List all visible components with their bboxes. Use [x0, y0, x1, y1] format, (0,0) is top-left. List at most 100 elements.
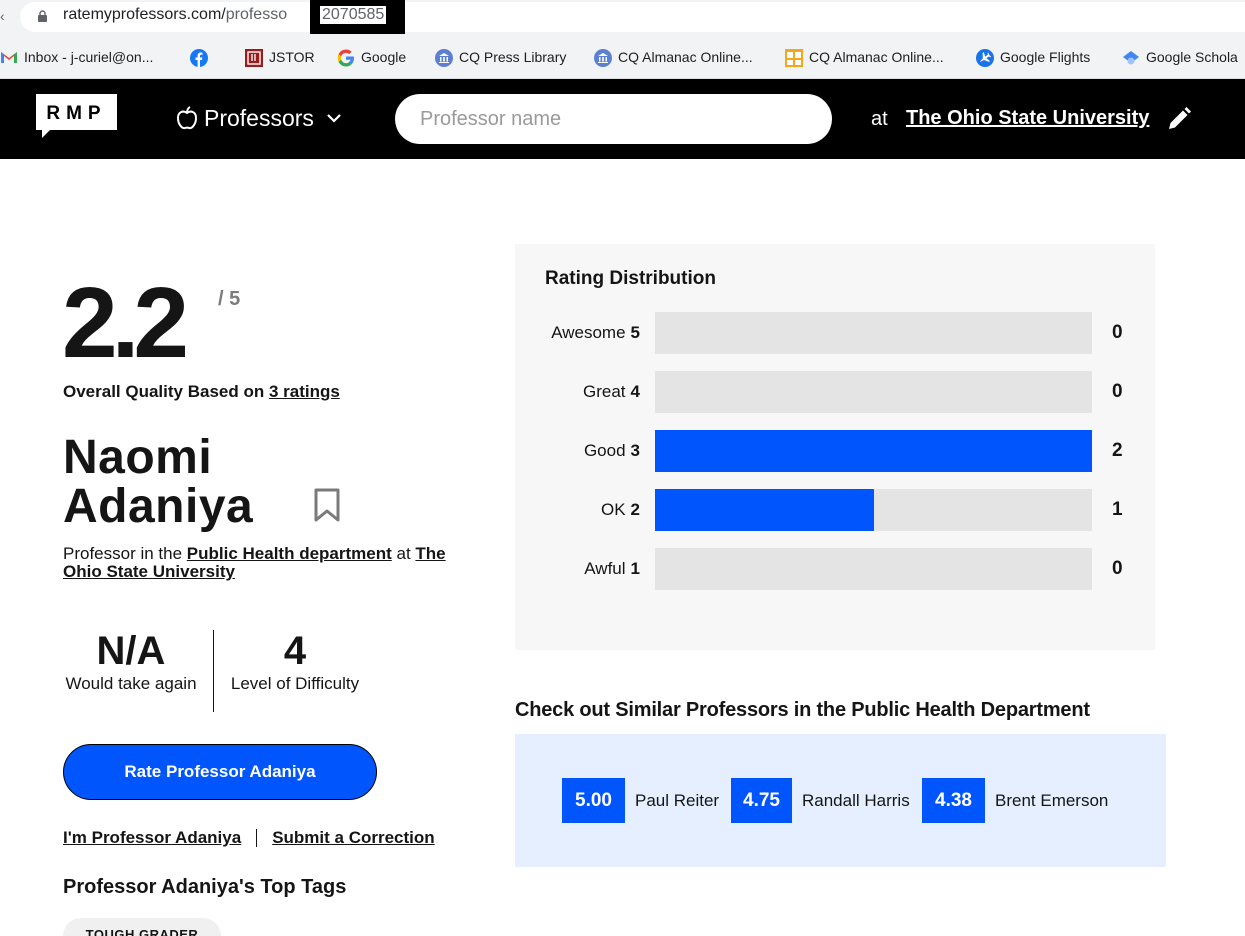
library-icon	[435, 49, 453, 67]
distribution-count: 2	[1112, 440, 1123, 461]
bookmark-label: Inbox - j-curiel@on...	[24, 49, 154, 65]
professor-search-input[interactable]	[395, 94, 832, 144]
bookmark-label: Google Flights	[1000, 49, 1091, 65]
similar-professor-name: Randall Harris	[802, 790, 910, 810]
scholar-icon	[1122, 49, 1139, 65]
submit-correction-link[interactable]: Submit a Correction	[272, 828, 434, 848]
professors-menu[interactable]: Professors	[176, 102, 348, 134]
bookmark-google[interactable]: Google	[337, 47, 406, 67]
department-link[interactable]: Public Health department	[187, 544, 392, 563]
dept-prefix: Professor in the	[63, 544, 187, 563]
rate-professor-button[interactable]: Rate Professor Adaniya	[63, 744, 377, 800]
similar-professor-card[interactable]: 5.00 Paul Reiter	[562, 778, 719, 823]
rating-distribution-title: Rating Distribution	[545, 268, 716, 289]
similar-professor-name: Paul Reiter	[635, 790, 720, 810]
top-tags-heading: Professor Adaniya's Top Tags	[63, 876, 347, 898]
professor-links: I'm Professor Adaniya Submit a Correctio…	[63, 828, 435, 848]
bookmark-google-flights[interactable]: Google Flights	[976, 47, 1090, 67]
similar-professor-score: 5.00	[562, 778, 625, 823]
distribution-label: Awful 1	[584, 559, 640, 579]
tag-tough-grader: TOUGH GRADER	[63, 918, 221, 936]
distribution-row-awesome: Awesome 5 0	[515, 312, 1155, 354]
bookmark-gmail[interactable]: Inbox - j-curiel@on...	[0, 47, 153, 67]
site-header: RMP Professors at The Ohio State Univers…	[0, 79, 1245, 159]
bookmark-label: Google Schola	[1146, 49, 1238, 65]
distribution-bar-track	[655, 312, 1092, 354]
ratings-count-link[interactable]: 3 ratings	[269, 382, 340, 401]
at-label: at	[871, 108, 888, 130]
distribution-row-great: Great 4 0	[515, 371, 1155, 413]
would-take-again-stat: N/A Would take again	[63, 630, 199, 694]
distribution-bar-track	[655, 371, 1092, 413]
distribution-label-score: 2	[630, 500, 640, 519]
distribution-label: Good 3	[584, 441, 640, 461]
professor-last-name: Adaniya	[63, 480, 254, 533]
im-professor-link[interactable]: I'm Professor Adaniya	[63, 828, 241, 848]
rating-out-of: / 5	[218, 288, 241, 310]
chevron-down-icon	[327, 114, 341, 123]
distribution-row-good: Good 3 2	[515, 430, 1155, 472]
professors-menu-label: Professors	[204, 104, 314, 131]
would-take-again-value: N/A	[96, 629, 166, 673]
bookmark-google-scholar[interactable]: Google Schola	[1122, 47, 1238, 67]
bookmark-facebook[interactable]	[190, 47, 214, 67]
distribution-count: 0	[1112, 381, 1123, 402]
overall-quality-prefix: Overall Quality Based on	[63, 382, 269, 401]
gmail-icon	[0, 49, 17, 65]
similar-professor-card[interactable]: 4.75 Randall Harris	[731, 778, 910, 823]
url-path: professo	[225, 6, 288, 23]
distribution-row-ok: OK 2 1	[515, 489, 1155, 531]
distribution-label-text: Great	[583, 382, 626, 401]
bookmark-cq-press-library[interactable]: CQ Press Library	[435, 47, 566, 67]
bookmark-icon[interactable]	[314, 488, 340, 522]
distribution-bar-fill	[655, 489, 874, 531]
url-redaction-box: 2070585	[310, 0, 405, 34]
feedback-divider	[213, 630, 214, 712]
url-id: 2070585	[320, 6, 387, 24]
flights-icon	[976, 49, 994, 67]
difficulty-stat: 4 Level of Difficulty	[229, 630, 361, 694]
window-edge-mark: ‹	[0, 8, 5, 24]
rmp-logo[interactable]: RMP	[36, 94, 117, 139]
distribution-label-score: 3	[630, 441, 640, 460]
bookmark-label: CQ Almanac Online...	[809, 49, 944, 65]
apple-icon	[176, 106, 198, 130]
similar-professor-score: 4.75	[731, 778, 792, 823]
url-text[interactable]: ratemyprofessors.com/professo	[63, 6, 287, 24]
pencil-icon[interactable]	[1166, 106, 1192, 132]
distribution-label-score: 4	[630, 382, 640, 401]
overall-quality-text: Overall Quality Based on 3 ratings	[63, 382, 340, 402]
distribution-bar-track	[655, 430, 1092, 472]
browser-url-bar: ‹ ratemyprofessors.com/professo 2070585	[0, 0, 1245, 34]
distribution-bar-fill	[655, 430, 1092, 472]
svg-text:RMP: RMP	[46, 103, 106, 124]
bookmark-label: JSTOR	[269, 49, 315, 65]
distribution-label-score: 1	[630, 559, 640, 578]
professor-name: Naomi Adaniya	[63, 433, 253, 531]
distribution-label-text: OK	[600, 500, 626, 519]
distribution-bar-track	[655, 548, 1092, 590]
overall-rating: 2.2	[62, 267, 189, 379]
bookmark-label: Google	[361, 49, 407, 65]
link-separator	[256, 829, 258, 847]
rating-distribution: Rating Distribution Awesome 5 0 Great 4 0 …	[515, 244, 1155, 650]
library-icon	[594, 49, 612, 67]
distribution-bar-track	[655, 489, 1092, 531]
url-domain: ratemyprofessors.com/	[63, 6, 226, 23]
professor-first-name: Naomi	[63, 431, 213, 484]
similar-professors-panel: 5.00 Paul Reiter 4.75 Randall Harris 4.3…	[515, 734, 1166, 867]
school-link[interactable]: The Ohio State University	[906, 107, 1149, 130]
bookmark-cq-almanac-1[interactable]: CQ Almanac Online...	[594, 47, 753, 67]
bookmark-jstor[interactable]: JSTOR	[245, 47, 315, 67]
distribution-count: 0	[1112, 322, 1123, 343]
difficulty-label: Level of Difficulty	[230, 674, 360, 693]
similar-professor-score: 4.38	[922, 778, 985, 823]
difficulty-value: 4	[283, 629, 307, 673]
bookmarks-bar: Inbox - j-curiel@on... JSTOR Google CQ P…	[0, 34, 1245, 79]
bookmark-cq-almanac-2[interactable]: CQ Almanac Online...	[785, 47, 944, 67]
similar-professor-name: Brent Emerson	[995, 790, 1109, 810]
similar-professor-card[interactable]: 4.38 Brent Emerson	[922, 778, 1108, 823]
distribution-label-text: Good	[583, 441, 626, 460]
distribution-count: 0	[1112, 558, 1123, 579]
facebook-icon	[190, 49, 208, 67]
